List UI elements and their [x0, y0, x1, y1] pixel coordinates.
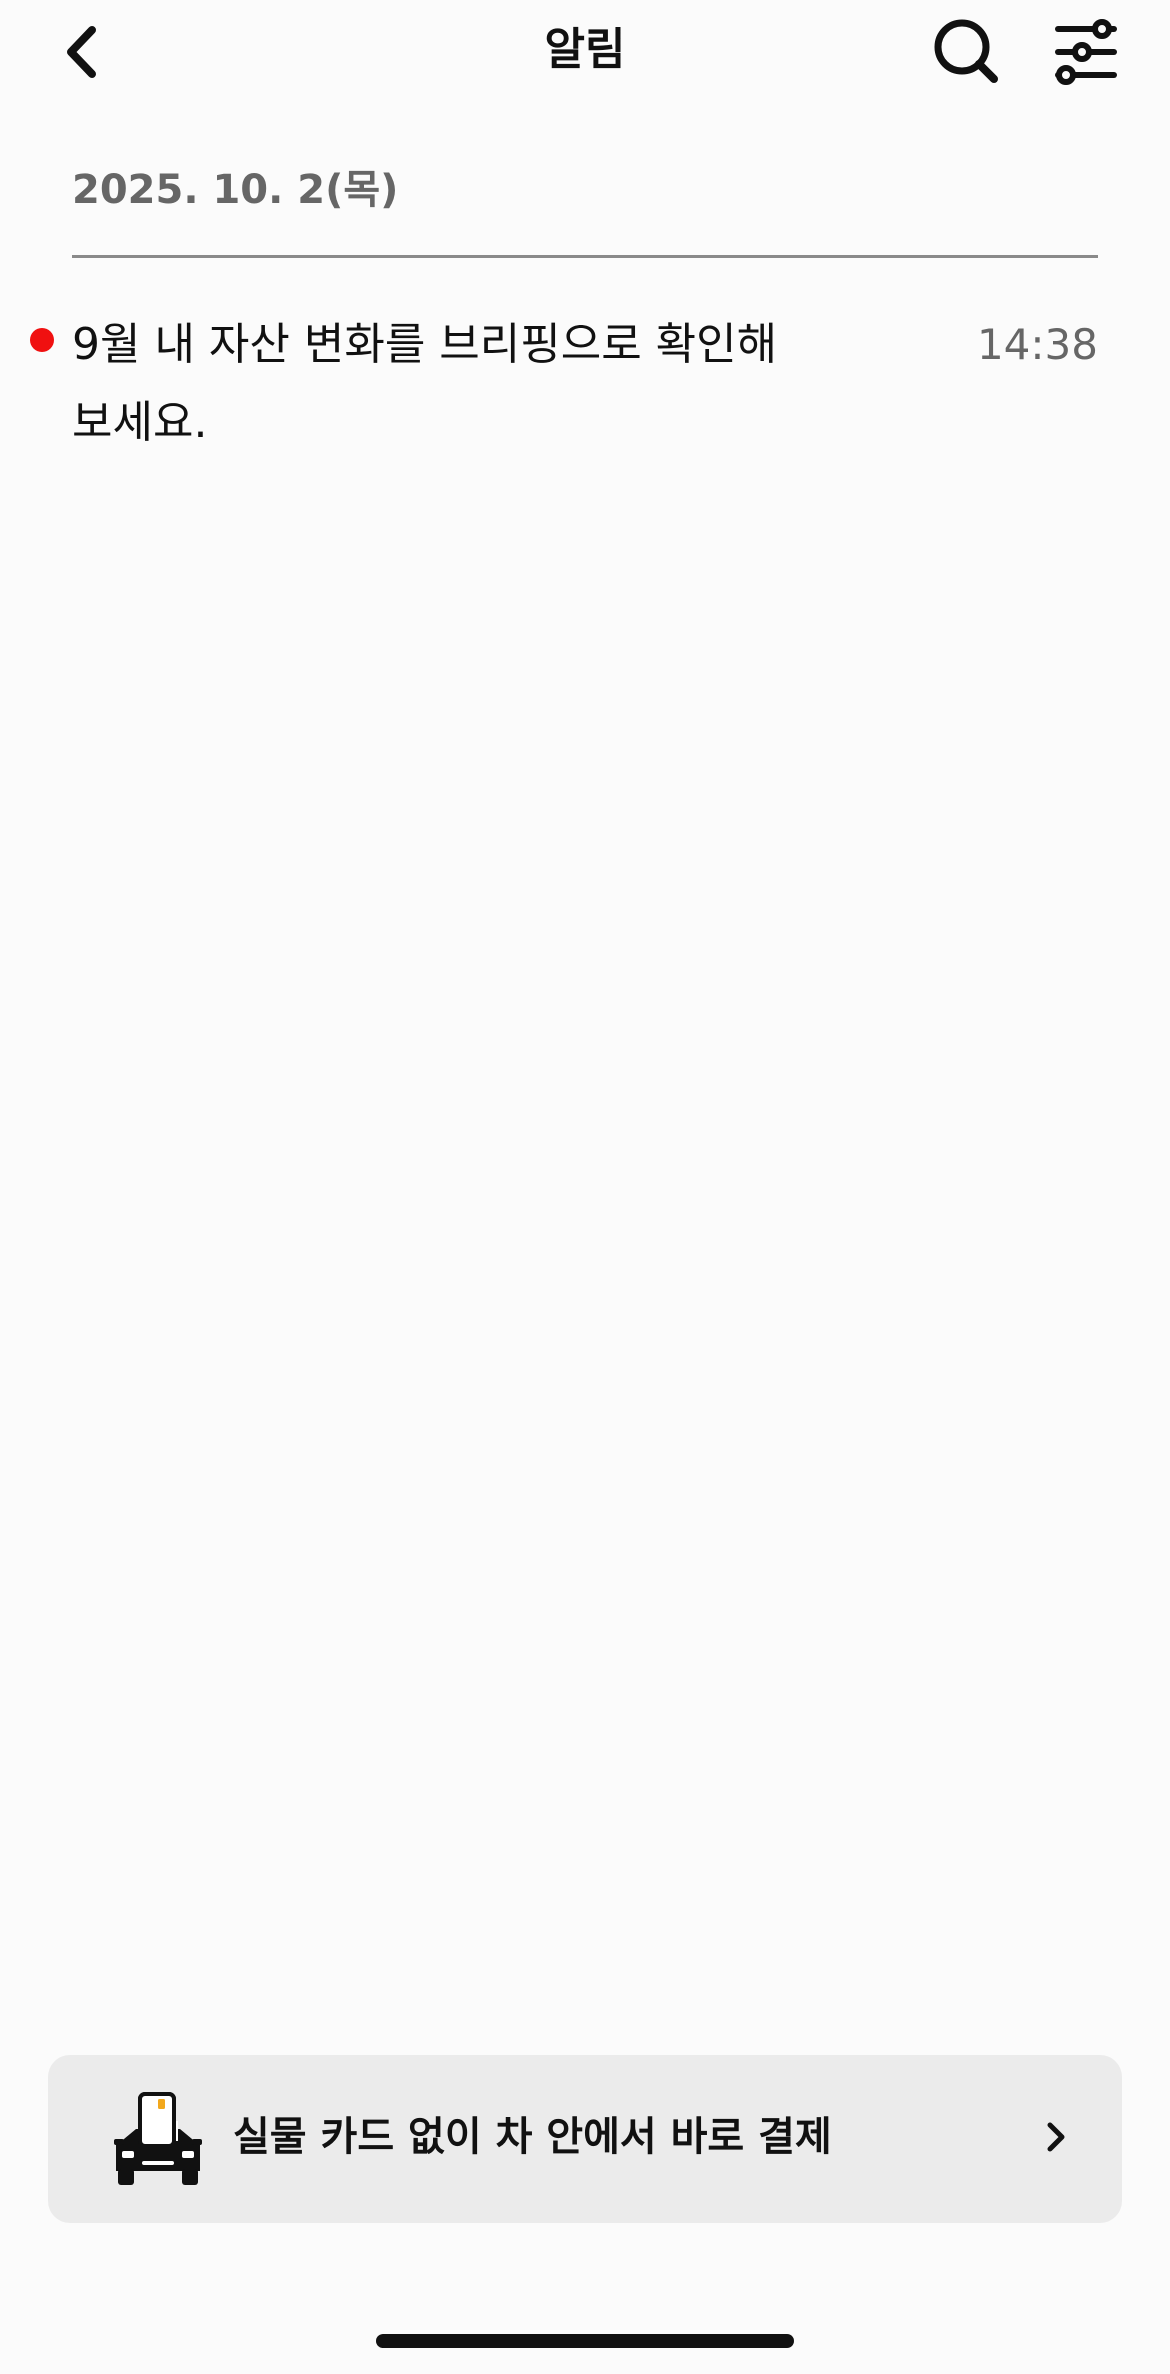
in-car-payment-banner[interactable]: 실물 카드 없이 차 안에서 바로 결제: [48, 2055, 1122, 2223]
home-indicator: [376, 2334, 794, 2348]
notifications-screen: 알림 2025. 10. 2(목) 9월 내 자산 변화를 브리핑으로 확인해 …: [0, 0, 1170, 2374]
top-bar: 알림: [0, 0, 1170, 104]
banner-text: 실물 카드 없이 차 안에서 바로 결제: [233, 2114, 832, 2160]
unread-indicator: [30, 328, 54, 352]
date-divider: [72, 255, 1098, 258]
notification-message: 9월 내 자산 변화를 브리핑으로 확인해 보세요.: [72, 319, 778, 448]
search-button[interactable]: [926, 14, 1008, 90]
car-card-icon: [114, 2092, 202, 2185]
notification-item[interactable]: 9월 내 자산 변화를 브리핑으로 확인해 보세요. 14:38: [0, 300, 1170, 460]
sliders-icon: [1055, 19, 1117, 85]
notification-time: 14:38: [976, 320, 1098, 369]
date-header: 2025. 10. 2(목): [72, 167, 399, 213]
search-icon: [934, 19, 998, 83]
chevron-right-icon: [1047, 2122, 1065, 2152]
filter-settings-button[interactable]: [1048, 14, 1124, 90]
